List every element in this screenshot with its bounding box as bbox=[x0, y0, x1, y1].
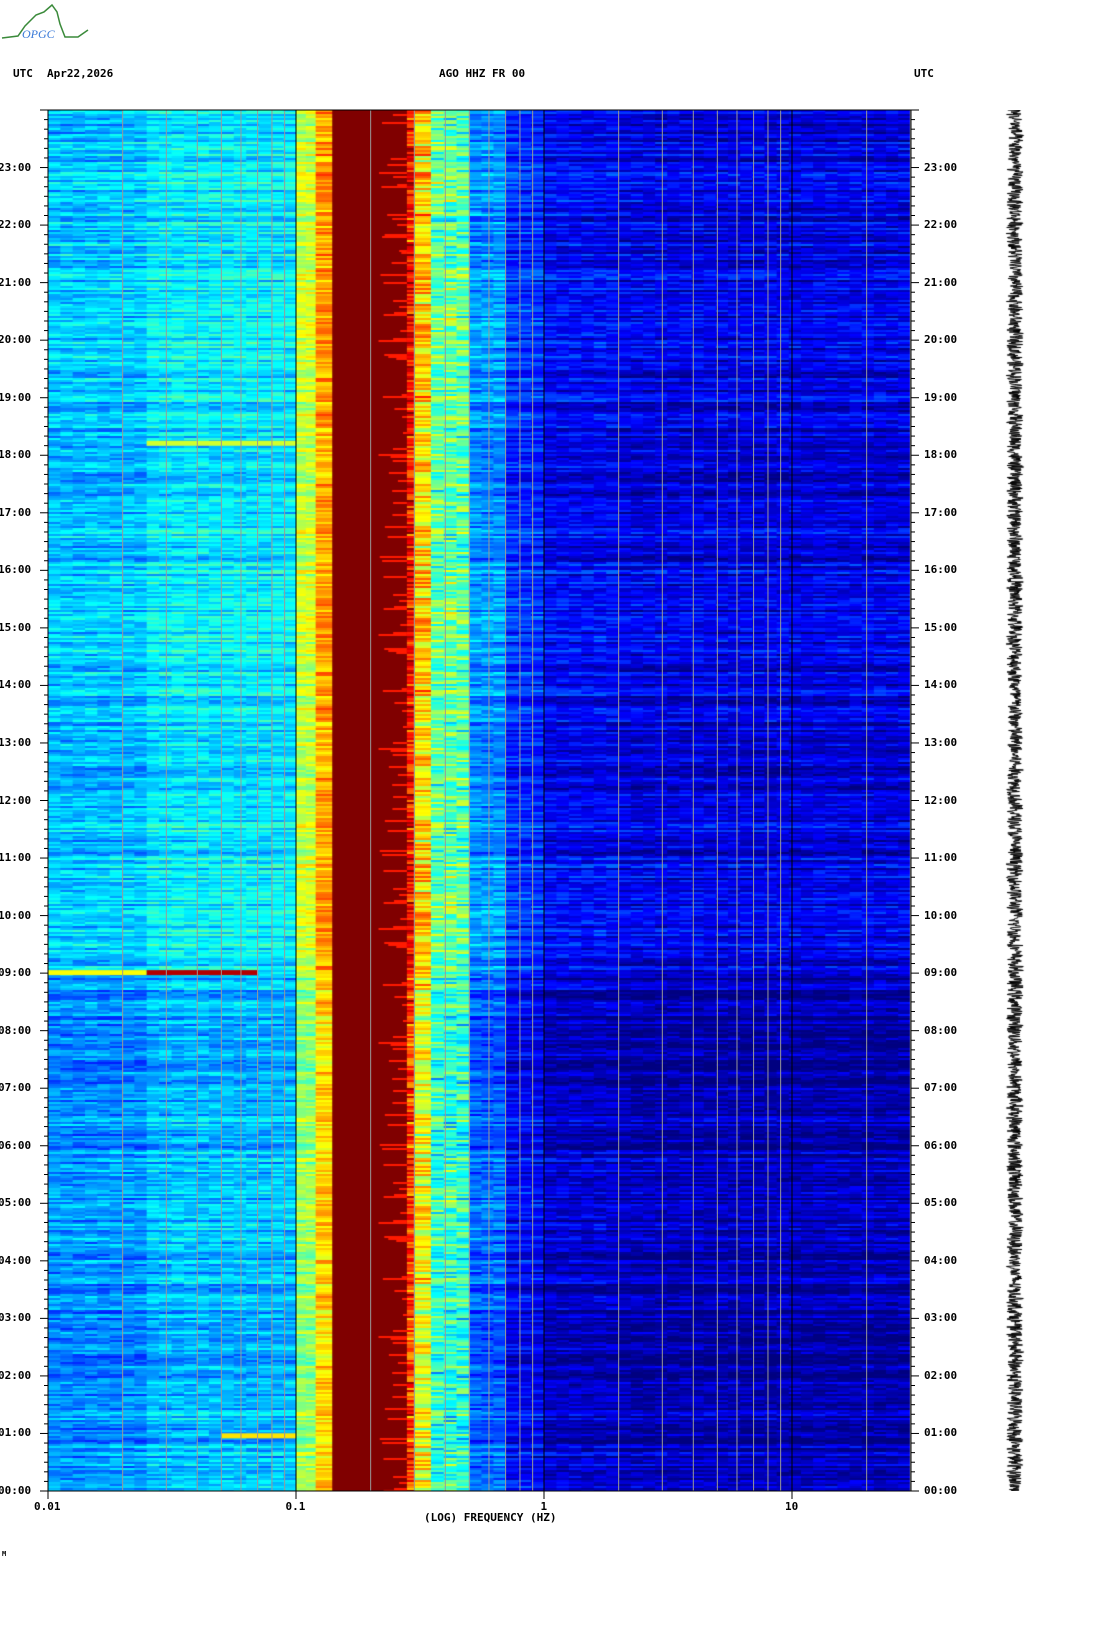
right-y-tick-label: 00:00 bbox=[924, 1484, 958, 1497]
right-y-tick-label: 19:00 bbox=[924, 390, 958, 404]
left-y-tick-label: 02:00 bbox=[0, 1368, 32, 1382]
right-y-tick-label: 15:00 bbox=[924, 620, 958, 634]
right-y-tick-label: 21:00 bbox=[924, 275, 958, 289]
right-y-tick-label: 14:00 bbox=[924, 678, 958, 692]
left-y-tick-label: 16:00 bbox=[0, 563, 32, 577]
left-y-tick-label: 10:00 bbox=[0, 908, 32, 922]
x-tick-label: 0.01 bbox=[34, 1500, 61, 1513]
x-axis-label: (LOG) FREQUENCY (HZ) bbox=[424, 1511, 557, 1524]
right-y-tick-label: 13:00 bbox=[924, 735, 958, 749]
left-y-tick-label: 08:00 bbox=[0, 1023, 32, 1037]
left-y-tick-label: 04:00 bbox=[0, 1253, 32, 1267]
right-y-tick-label: 10:00 bbox=[924, 908, 958, 922]
left-y-tick-label: 13:00 bbox=[0, 735, 32, 749]
right-y-tick-label: 20:00 bbox=[924, 333, 958, 347]
right-y-tick-label: 12:00 bbox=[924, 793, 958, 807]
left-y-tick-label: 15:00 bbox=[0, 620, 32, 634]
right-y-tick-label: 22:00 bbox=[924, 218, 958, 232]
left-y-tick-label: 21:00 bbox=[0, 275, 32, 289]
right-y-tick-label: 18:00 bbox=[924, 448, 958, 462]
x-tick-label: 0.1 bbox=[285, 1500, 306, 1513]
left-y-tick-label: 12:00 bbox=[0, 793, 32, 807]
right-y-tick-label: 02:00 bbox=[924, 1368, 958, 1382]
left-y-tick-label: 03:00 bbox=[0, 1311, 32, 1325]
left-y-tick-label: 14:00 bbox=[0, 678, 32, 692]
left-y-tick-label: 17:00 bbox=[0, 505, 32, 519]
chart-axes bbox=[40, 109, 919, 1499]
left-y-tick-label: 23:00 bbox=[0, 160, 32, 174]
right-y-tick-label: 23:00 bbox=[924, 160, 958, 174]
plot-frame bbox=[47, 109, 912, 1492]
seismogram-trace bbox=[995, 110, 1035, 1491]
left-y-tick-label: 19:00 bbox=[0, 390, 32, 404]
left-y-tick-label: 20:00 bbox=[0, 333, 32, 347]
left-y-tick-label: 05:00 bbox=[0, 1196, 32, 1210]
left-y-tick-label: 07:00 bbox=[0, 1081, 32, 1095]
left-y-tick-label: 22:00 bbox=[0, 218, 32, 232]
right-y-tick-label: 05:00 bbox=[924, 1196, 958, 1210]
left-y-tick-label: 00:00 bbox=[0, 1484, 32, 1497]
right-y-tick-label: 06:00 bbox=[924, 1138, 958, 1152]
left-y-tick-label: 09:00 bbox=[0, 966, 32, 980]
left-y-tick-label: 11:00 bbox=[0, 851, 32, 865]
right-y-tick-label: 16:00 bbox=[924, 563, 958, 577]
right-y-tick-label: 17:00 bbox=[924, 505, 958, 519]
right-y-tick-label: 08:00 bbox=[924, 1023, 958, 1037]
left-y-tick-label: 18:00 bbox=[0, 448, 32, 462]
footer-mark: M bbox=[2, 1550, 7, 1558]
right-y-tick-label: 07:00 bbox=[924, 1081, 958, 1095]
left-y-tick-label: 01:00 bbox=[0, 1426, 32, 1440]
x-tick-label: 10 bbox=[785, 1500, 799, 1513]
right-y-tick-label: 04:00 bbox=[924, 1253, 958, 1267]
right-y-tick-label: 09:00 bbox=[924, 966, 958, 980]
left-y-tick-label: 06:00 bbox=[0, 1138, 32, 1152]
right-y-tick-label: 03:00 bbox=[924, 1311, 958, 1325]
right-y-tick-label: 11:00 bbox=[924, 851, 958, 865]
right-y-tick-label: 01:00 bbox=[924, 1426, 958, 1440]
